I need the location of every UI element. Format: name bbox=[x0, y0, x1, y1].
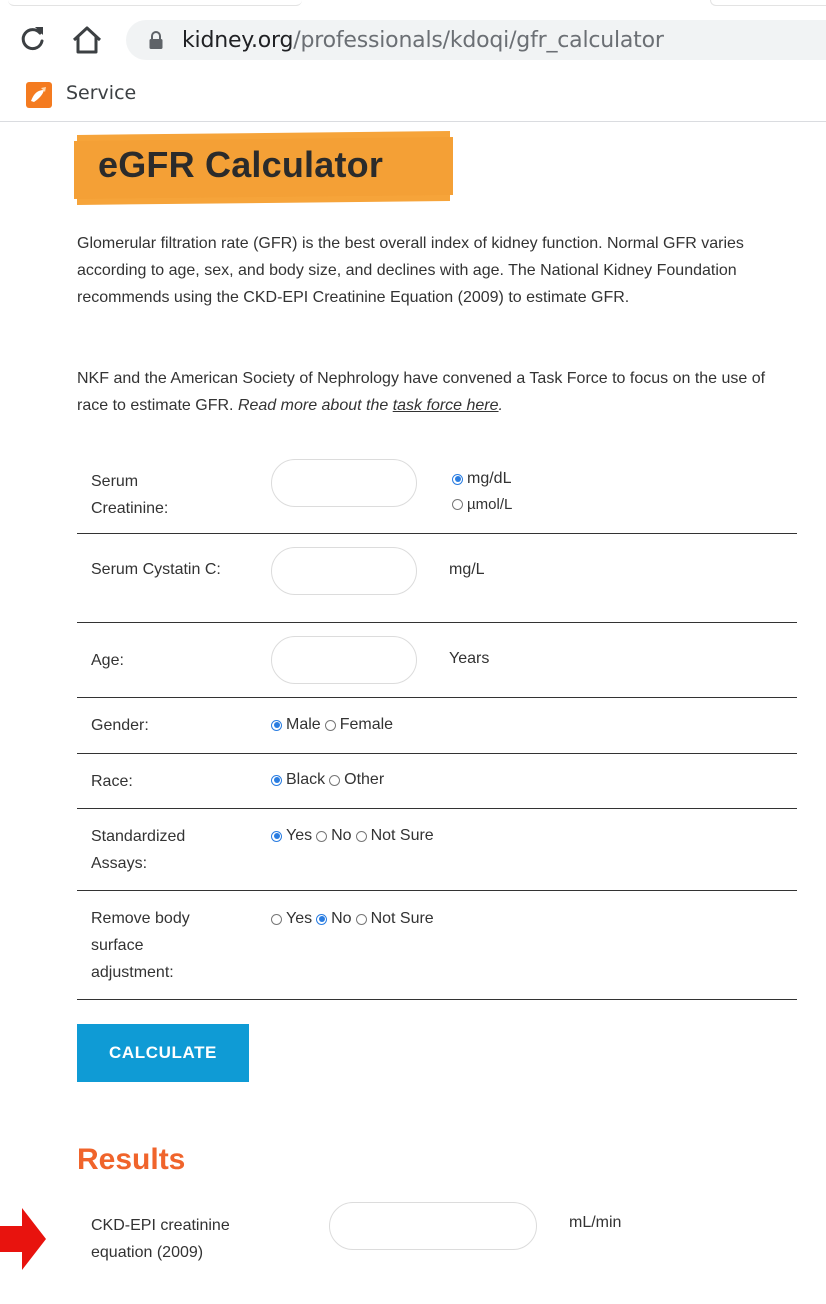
race-options: Black Other bbox=[271, 771, 388, 789]
read-more-text: Read more about the task force here. bbox=[237, 397, 503, 414]
reload-icon[interactable] bbox=[18, 24, 48, 54]
red-arrow-icon bbox=[0, 1208, 46, 1270]
bsa-label: Remove body surface adjustment: bbox=[91, 910, 190, 981]
browser-tab-left[interactable] bbox=[8, 0, 302, 6]
gender-label: Gender: bbox=[91, 717, 149, 734]
radio-bsa-yes[interactable] bbox=[271, 913, 282, 925]
bsa-options: Yes No Not Sure bbox=[271, 910, 438, 928]
cystatin-unit: mg/L bbox=[449, 561, 485, 578]
assays-label: Standardized Assays: bbox=[91, 828, 186, 872]
row-race: Race: Black Other bbox=[77, 754, 797, 809]
race-label: Race: bbox=[91, 773, 133, 790]
bookmark-favicon-icon[interactable] bbox=[26, 82, 52, 108]
age-label: Age: bbox=[91, 652, 124, 669]
gender-female-option[interactable]: Female bbox=[324, 716, 393, 734]
home-icon[interactable] bbox=[70, 24, 104, 56]
browser-tabstrip bbox=[0, 0, 826, 8]
address-bar[interactable]: kidney.org/professionals/kdoqi/gfr_calcu… bbox=[126, 20, 826, 60]
race-black-option[interactable]: Black bbox=[271, 771, 325, 789]
row-body-surface: Remove body surface adjustment: Yes No N… bbox=[77, 891, 797, 1000]
row-age: Age: Years bbox=[77, 623, 797, 698]
age-unit: Years bbox=[449, 650, 490, 667]
task-force-paragraph: NKF and the American Society of Nephrolo… bbox=[77, 365, 797, 419]
bsa-yes-option[interactable]: Yes bbox=[271, 910, 312, 928]
bsa-not-sure-option[interactable]: Not Sure bbox=[355, 910, 434, 928]
age-input[interactable] bbox=[271, 636, 417, 684]
ckd-epi-label: CKD-EPI creatinine equation (2009) bbox=[91, 1217, 230, 1261]
browser-tab-right[interactable] bbox=[710, 0, 826, 6]
assays-not-sure-option[interactable]: Not Sure bbox=[355, 827, 434, 845]
gender-options: Male Female bbox=[271, 716, 397, 734]
radio-bsa-no[interactable] bbox=[316, 913, 328, 925]
radio-assays-not-sure[interactable] bbox=[355, 830, 367, 842]
ckd-epi-result-field[interactable] bbox=[329, 1202, 537, 1250]
radio-umol-l[interactable] bbox=[452, 499, 463, 510]
browser-toolbar: kidney.org/professionals/kdoqi/gfr_calcu… bbox=[0, 10, 826, 70]
row-cystatin: Serum Cystatin C: mg/L bbox=[77, 534, 797, 623]
radio-male[interactable] bbox=[271, 719, 282, 731]
row-gender: Gender: Male Female bbox=[77, 698, 797, 754]
url-path: /professionals/kdoqi/gfr_calculator bbox=[293, 28, 664, 53]
radio-assays-yes[interactable] bbox=[271, 830, 282, 842]
task-force-link[interactable]: task force here bbox=[393, 397, 499, 414]
intro-paragraph: Glomerular filtration rate (GFR) is the … bbox=[77, 235, 744, 306]
cystatin-label: Serum Cystatin C: bbox=[91, 561, 221, 578]
radio-other[interactable] bbox=[329, 774, 341, 786]
serum-creatinine-input[interactable] bbox=[271, 459, 417, 507]
unit-mg-dl-option[interactable]: mg/dL bbox=[452, 470, 511, 488]
assays-no-option[interactable]: No bbox=[316, 827, 352, 845]
radio-female[interactable] bbox=[324, 719, 336, 731]
radio-assays-no[interactable] bbox=[316, 830, 328, 842]
unit-umol-l-option[interactable]: µmol/L bbox=[452, 496, 512, 513]
page-title: eGFR Calculator bbox=[98, 144, 384, 185]
assays-options: Yes No Not Sure bbox=[271, 827, 438, 845]
url-text[interactable]: kidney.org/professionals/kdoqi/gfr_calcu… bbox=[182, 28, 664, 53]
serum-creatinine-label: Serum Creatinine: bbox=[91, 473, 169, 517]
bookmark-service[interactable]: Service bbox=[66, 82, 136, 104]
results-title: Results bbox=[77, 1143, 186, 1176]
assays-yes-option[interactable]: Yes bbox=[271, 827, 312, 845]
calculate-button[interactable]: CALCULATE bbox=[77, 1024, 249, 1082]
lock-icon[interactable] bbox=[148, 30, 164, 50]
radio-black[interactable] bbox=[271, 774, 282, 786]
radio-bsa-not-sure[interactable] bbox=[355, 913, 367, 925]
gender-male-option[interactable]: Male bbox=[271, 716, 321, 734]
cystatin-input[interactable] bbox=[271, 547, 417, 595]
race-other-option[interactable]: Other bbox=[329, 771, 384, 789]
ckd-epi-unit: mL/min bbox=[569, 1214, 622, 1231]
row-standardized-assays: Standardized Assays: Yes No Not Sure bbox=[77, 809, 797, 891]
radio-mg-dl[interactable] bbox=[452, 473, 463, 485]
row-serum-creatinine: Serum Creatinine: mg/dL µmol/L bbox=[77, 444, 797, 534]
bookmarks-bar: Service bbox=[0, 74, 826, 122]
url-domain: kidney.org bbox=[182, 28, 294, 53]
bsa-no-option[interactable]: No bbox=[316, 910, 352, 928]
